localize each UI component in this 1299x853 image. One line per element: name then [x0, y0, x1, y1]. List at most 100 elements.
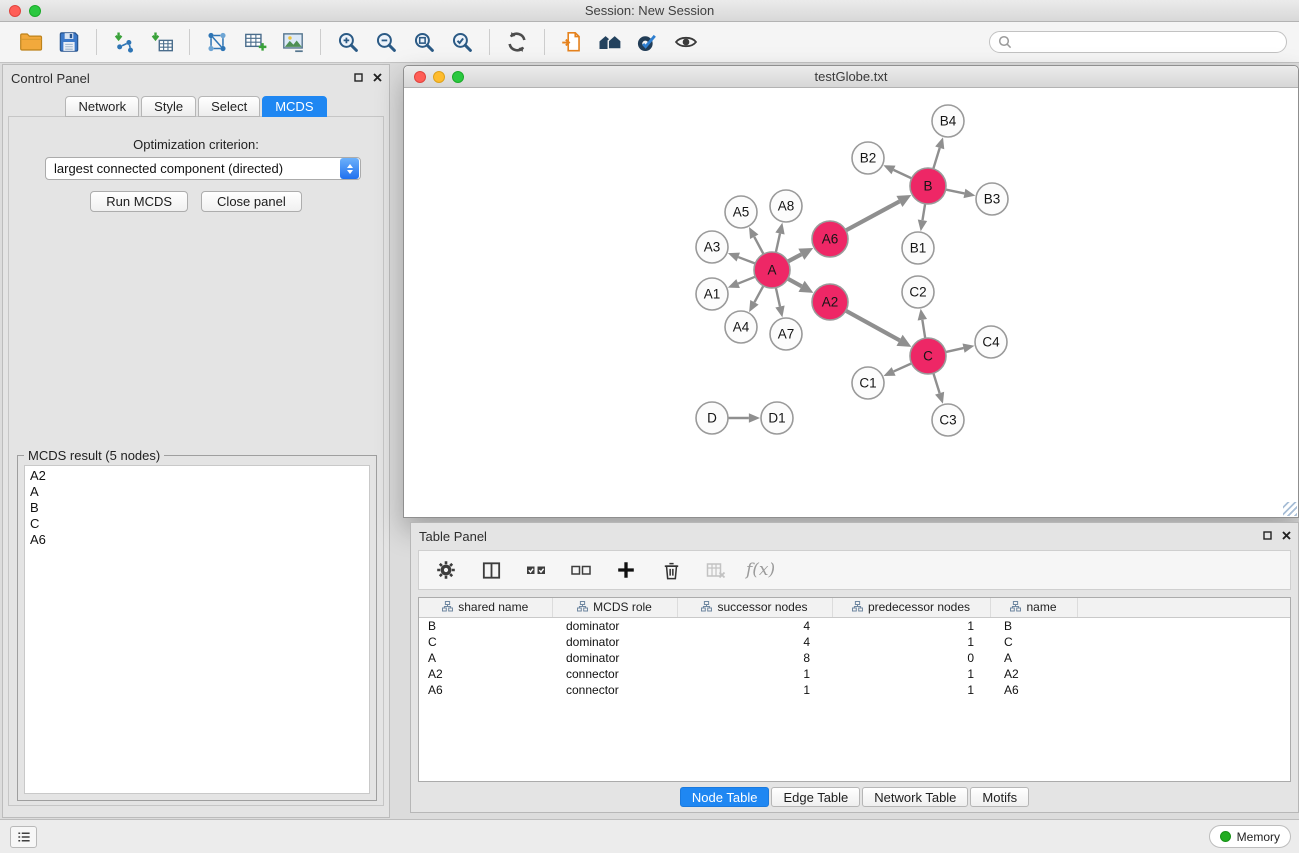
- cell[interactable]: 4: [677, 634, 832, 650]
- delete-row-button[interactable]: [656, 555, 686, 585]
- result-item[interactable]: A6: [25, 532, 369, 548]
- graph-node-A[interactable]: A: [754, 252, 790, 288]
- graph-edge-A-A3[interactable]: [738, 257, 755, 263]
- table-row[interactable]: A6connector11A6: [419, 682, 1290, 698]
- graph-node-B4[interactable]: B4: [932, 105, 964, 137]
- cell[interactable]: 4: [677, 617, 832, 634]
- float-panel-button[interactable]: [354, 73, 363, 82]
- network-minimize-button[interactable]: [433, 71, 445, 83]
- search-input[interactable]: [1017, 35, 1278, 49]
- cell[interactable]: A: [990, 650, 1077, 666]
- refresh-view-button[interactable]: [498, 24, 536, 60]
- cell[interactable]: 8: [677, 650, 832, 666]
- tab-motifs[interactable]: Motifs: [970, 787, 1029, 807]
- float-table-panel-button[interactable]: [1263, 531, 1272, 540]
- zoom-selected-button[interactable]: [443, 24, 481, 60]
- cell[interactable]: 0: [832, 650, 990, 666]
- open-session-button[interactable]: [12, 24, 50, 60]
- graph-node-C1[interactable]: C1: [852, 367, 884, 399]
- close-panel-button[interactable]: [373, 73, 382, 82]
- graph-edge-C-C1[interactable]: [894, 363, 912, 371]
- tab-network[interactable]: Network: [65, 96, 139, 117]
- graph-node-C2[interactable]: C2: [902, 276, 934, 308]
- graph-edge-A-A5[interactable]: [754, 237, 763, 254]
- graph-node-A7[interactable]: A7: [770, 318, 802, 350]
- zoom-in-button[interactable]: [329, 24, 367, 60]
- graph-edge-A6-B[interactable]: [846, 201, 900, 230]
- graph-edge-A2-C[interactable]: [846, 311, 900, 341]
- column-header-mcds-role[interactable]: MCDS role: [552, 598, 677, 617]
- export-image-button[interactable]: [274, 24, 312, 60]
- save-session-button[interactable]: [50, 24, 88, 60]
- import-network-button[interactable]: [105, 24, 143, 60]
- cell[interactable]: connector: [552, 682, 677, 698]
- graph-edge-A-A4[interactable]: [754, 286, 763, 302]
- cell[interactable]: B: [990, 617, 1077, 634]
- graph-edge-A-A8[interactable]: [776, 233, 780, 252]
- cell[interactable]: 1: [832, 617, 990, 634]
- cell[interactable]: 1: [832, 666, 990, 682]
- window-resize-grip[interactable]: [1283, 502, 1297, 516]
- graph-node-B2[interactable]: B2: [852, 142, 884, 174]
- unselect-all-button[interactable]: [566, 555, 596, 585]
- graph-node-A2[interactable]: A2: [812, 284, 848, 320]
- graph-node-B[interactable]: B: [910, 168, 946, 204]
- network-canvas[interactable]: B4B2BB3A5A8A6A3B1AC2A1A2A4A7C4CC1C3DD1: [405, 88, 1297, 516]
- run-mcds-button[interactable]: Run MCDS: [90, 191, 188, 212]
- graph-edge-C-C2[interactable]: [922, 320, 925, 338]
- home-button[interactable]: [591, 24, 629, 60]
- graph-node-C[interactable]: C: [910, 338, 946, 374]
- graph-edge-B-B3[interactable]: [946, 190, 965, 194]
- cell[interactable]: 1: [832, 682, 990, 698]
- cell[interactable]: 1: [677, 682, 832, 698]
- graph-edge-B-B4[interactable]: [933, 148, 939, 169]
- memory-button[interactable]: Memory: [1209, 825, 1291, 848]
- graph-edge-A-A1[interactable]: [738, 277, 755, 284]
- graph-node-D[interactable]: D: [696, 402, 728, 434]
- cell[interactable]: dominator: [552, 650, 677, 666]
- cell[interactable]: C: [419, 634, 552, 650]
- graph-edge-C-C3[interactable]: [933, 373, 939, 393]
- network-close-button[interactable]: [414, 71, 426, 83]
- graph-node-A8[interactable]: A8: [770, 190, 802, 222]
- tab-edge-table[interactable]: Edge Table: [771, 787, 860, 807]
- tab-node-table[interactable]: Node Table: [680, 787, 770, 807]
- mcds-result-list[interactable]: A2ABCA6: [24, 465, 370, 794]
- close-table-panel-button[interactable]: [1282, 531, 1291, 540]
- graph-node-D1[interactable]: D1: [761, 402, 793, 434]
- network-zoom-button[interactable]: [452, 71, 464, 83]
- new-table-button[interactable]: [236, 24, 274, 60]
- cell[interactable]: 1: [677, 666, 832, 682]
- cell[interactable]: dominator: [552, 617, 677, 634]
- graph-edge-B-B2[interactable]: [893, 170, 911, 178]
- column-header-shared-name[interactable]: shared name: [419, 598, 552, 617]
- column-header-predecessor-nodes[interactable]: predecessor nodes: [832, 598, 990, 617]
- close-panel-button-mcds[interactable]: Close panel: [201, 191, 302, 212]
- import-table-button[interactable]: [143, 24, 181, 60]
- graph-node-B1[interactable]: B1: [902, 232, 934, 264]
- show-columns-button[interactable]: [476, 555, 506, 585]
- graph-node-A3[interactable]: A3: [696, 231, 728, 263]
- graph-node-C4[interactable]: C4: [975, 326, 1007, 358]
- tab-style[interactable]: Style: [141, 96, 196, 117]
- cell[interactable]: A6: [990, 682, 1077, 698]
- graph-edge-B-B1[interactable]: [922, 204, 925, 220]
- column-header-successor-nodes[interactable]: successor nodes: [677, 598, 832, 617]
- clone-network-button[interactable]: [198, 24, 236, 60]
- open-recent-file-button[interactable]: [553, 24, 591, 60]
- graph-edge-A-A7[interactable]: [776, 288, 780, 307]
- clear-table-button-disabled[interactable]: [701, 555, 731, 585]
- table-row[interactable]: A2connector11A2: [419, 666, 1290, 682]
- table-settings-button[interactable]: [431, 555, 461, 585]
- cell[interactable]: connector: [552, 666, 677, 682]
- add-row-button[interactable]: [611, 555, 641, 585]
- graph-edge-A-A6[interactable]: [788, 254, 801, 261]
- cell[interactable]: A2: [419, 666, 552, 682]
- eye-button[interactable]: [667, 24, 705, 60]
- cell[interactable]: dominator: [552, 634, 677, 650]
- table-row[interactable]: Cdominator41C: [419, 634, 1290, 650]
- tab-mcds[interactable]: MCDS: [262, 96, 326, 117]
- graph-node-C3[interactable]: C3: [932, 404, 964, 436]
- zoom-fit-button[interactable]: [405, 24, 443, 60]
- cell[interactable]: B: [419, 617, 552, 634]
